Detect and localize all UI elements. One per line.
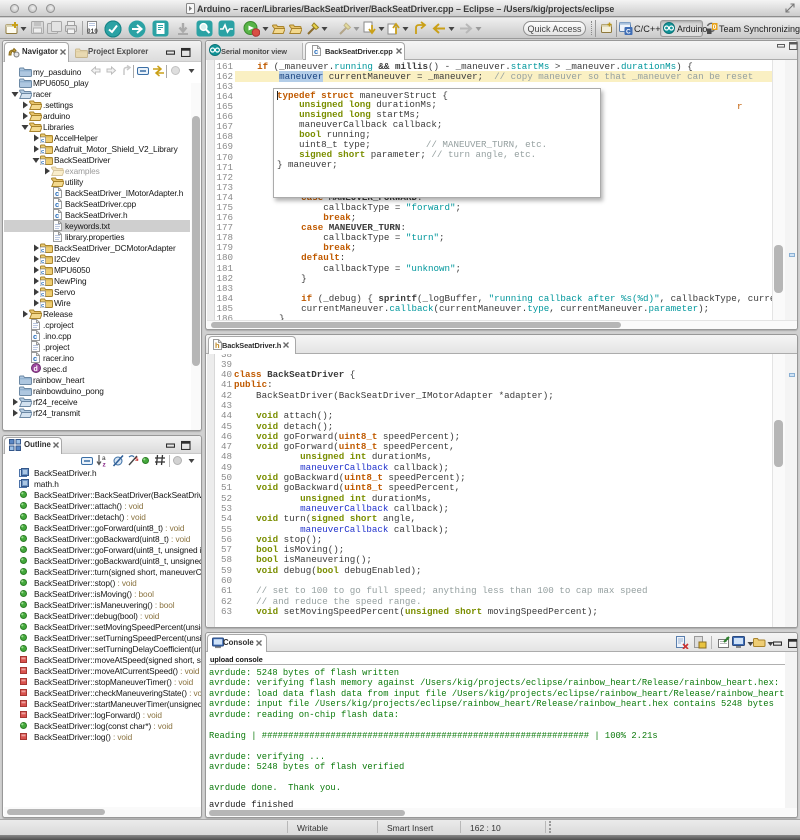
svg-text:s: s [135, 456, 139, 463]
svg-text:c: c [33, 354, 37, 363]
svg-text:h: h [215, 341, 220, 350]
svg-text:c: c [33, 332, 37, 341]
svg-text:010: 010 [87, 28, 98, 35]
svg-text:c: c [55, 211, 59, 220]
svg-text:C: C [626, 29, 631, 36]
svg-text:c: c [55, 200, 59, 209]
svg-text:d: d [34, 366, 38, 373]
svg-text:c: c [314, 47, 318, 56]
svg-text:0: 0 [713, 24, 717, 31]
svg-text:z: z [103, 462, 107, 468]
svg-text:c: c [55, 189, 59, 198]
